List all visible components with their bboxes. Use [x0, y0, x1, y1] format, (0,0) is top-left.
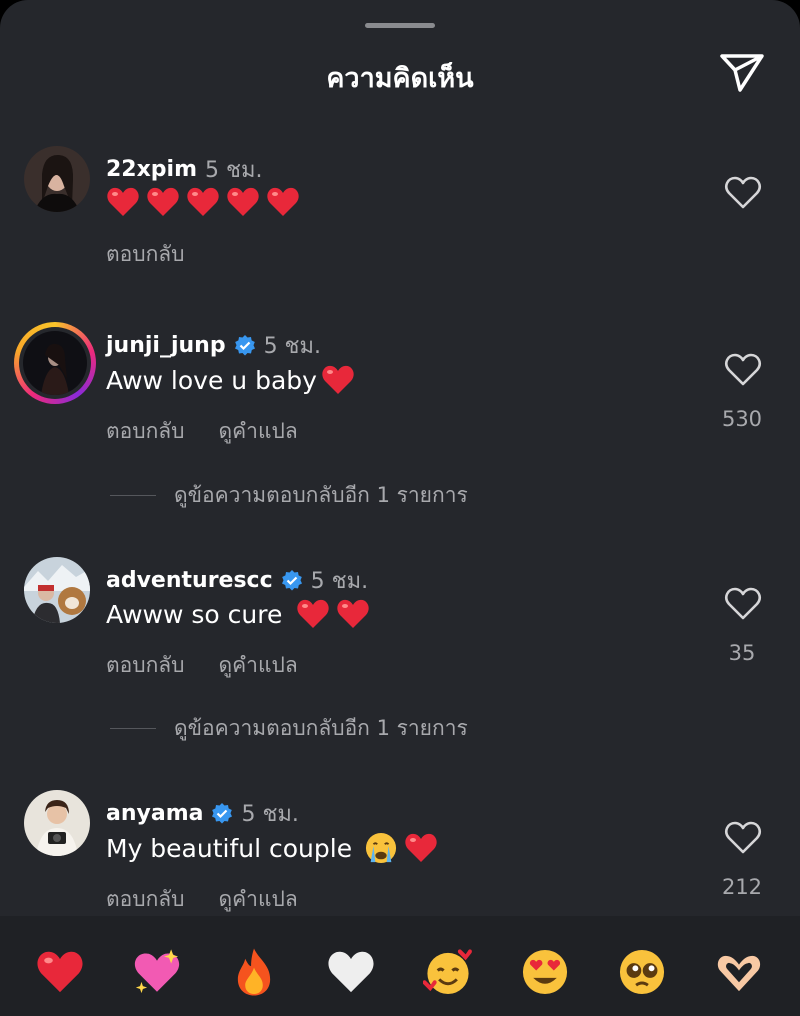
comment-text: My beautiful couple: [106, 832, 444, 864]
reply-button[interactable]: ตอบกลับ: [106, 415, 185, 448]
comment-time: 5 ชม.: [310, 569, 369, 594]
heart-hands-icon: [717, 955, 761, 992]
comment-text-body: Aww love u baby: [106, 365, 317, 395]
crying-face-icon: [366, 832, 397, 864]
avatar[interactable]: [24, 557, 90, 623]
pleading-face-emoji-button[interactable]: [616, 946, 668, 998]
like-count: 530: [721, 407, 763, 431]
red-heart-icon: [405, 833, 437, 862]
comment-text-body: Awww so cure: [106, 599, 283, 629]
red-heart-icon: [187, 187, 219, 216]
red-heart-icon: [297, 599, 330, 628]
translate-button[interactable]: ดูคำแปล: [219, 883, 298, 916]
heart-hands-emoji-button[interactable]: [713, 946, 765, 998]
translate-button[interactable]: ดูคำแปล: [219, 649, 298, 682]
divider: [110, 728, 156, 729]
verified-badge-icon: [212, 802, 233, 823]
pleading-face-icon: [619, 949, 665, 995]
like-count: 35: [728, 641, 756, 665]
red-heart-icon: [322, 365, 354, 394]
comment-time: 5 ชม.: [205, 158, 263, 183]
avatar[interactable]: [24, 790, 90, 856]
red-heart-icon: [337, 599, 370, 628]
comments-sheet: ความคิดเห็น 22xpim 5 ชม. ตอบกลับ junji_j…: [0, 0, 800, 1016]
comment-username[interactable]: anyama: [106, 801, 203, 826]
comment-username[interactable]: junji_junp: [106, 333, 226, 358]
comment-text: Awww so cure: [106, 598, 376, 630]
red-heart-icon: [107, 187, 139, 216]
smiling-face-with-hearts-emoji-button[interactable]: [422, 946, 474, 998]
heart-eyes-icon: [522, 949, 568, 995]
red-heart-emoji-button[interactable]: [34, 946, 86, 998]
white-heart-icon: [328, 951, 374, 993]
avatar-story-ring[interactable]: [14, 322, 96, 404]
sparkling-heart-emoji-button[interactable]: [131, 946, 183, 998]
translate-button[interactable]: ดูคำแปล: [219, 415, 298, 448]
divider: [110, 495, 156, 496]
reply-button[interactable]: ตอบกลับ: [106, 883, 185, 916]
like-heart-icon[interactable]: [724, 821, 762, 855]
like-count: 212: [721, 875, 763, 899]
like-heart-icon[interactable]: [724, 587, 762, 621]
comment-text: Aww love u baby: [106, 364, 361, 396]
fire-emoji-button[interactable]: [228, 946, 280, 998]
view-replies-label: ดูข้อความตอบกลับอีก 1 รายการ: [174, 483, 468, 507]
red-heart-icon: [147, 187, 179, 216]
send-icon[interactable]: [718, 50, 766, 94]
verified-badge-icon: [234, 334, 255, 355]
view-replies-label: ดูข้อความตอบกลับอีก 1 รายการ: [174, 716, 468, 740]
view-replies-button[interactable]: ดูข้อความตอบกลับอีก 1 รายการ: [110, 712, 468, 745]
red-heart-icon: [37, 951, 83, 993]
fire-icon: [237, 948, 271, 996]
reply-button[interactable]: ตอบกลับ: [106, 238, 185, 271]
reply-button[interactable]: ตอบกลับ: [106, 649, 185, 682]
red-heart-icon: [267, 187, 299, 216]
smiling-face-with-hearts-icon: [423, 949, 472, 995]
page-title: ความคิดเห็น: [326, 63, 474, 94]
emoji-reaction-bar: [0, 916, 800, 1016]
comment-time: 5 ชม.: [241, 802, 299, 827]
heart-eyes-emoji-button[interactable]: [519, 946, 571, 998]
view-replies-button[interactable]: ดูข้อความตอบกลับอีก 1 รายการ: [110, 479, 468, 512]
sheet-grabber-handle[interactable]: [365, 23, 435, 28]
avatar[interactable]: [24, 146, 90, 212]
red-heart-icon: [227, 187, 259, 216]
white-heart-emoji-button[interactable]: [325, 946, 377, 998]
comment-text-body: My beautiful couple: [106, 833, 353, 863]
comment-username[interactable]: 22xpim: [106, 157, 197, 182]
comment-text: [106, 186, 306, 218]
like-heart-icon[interactable]: [724, 353, 762, 387]
sparkling-heart-icon: [134, 949, 180, 994]
comment-username[interactable]: adventurescc: [106, 568, 273, 593]
verified-badge-icon: [281, 569, 302, 590]
comment-time: 5 ชม.: [263, 334, 321, 359]
like-heart-icon[interactable]: [724, 176, 762, 210]
